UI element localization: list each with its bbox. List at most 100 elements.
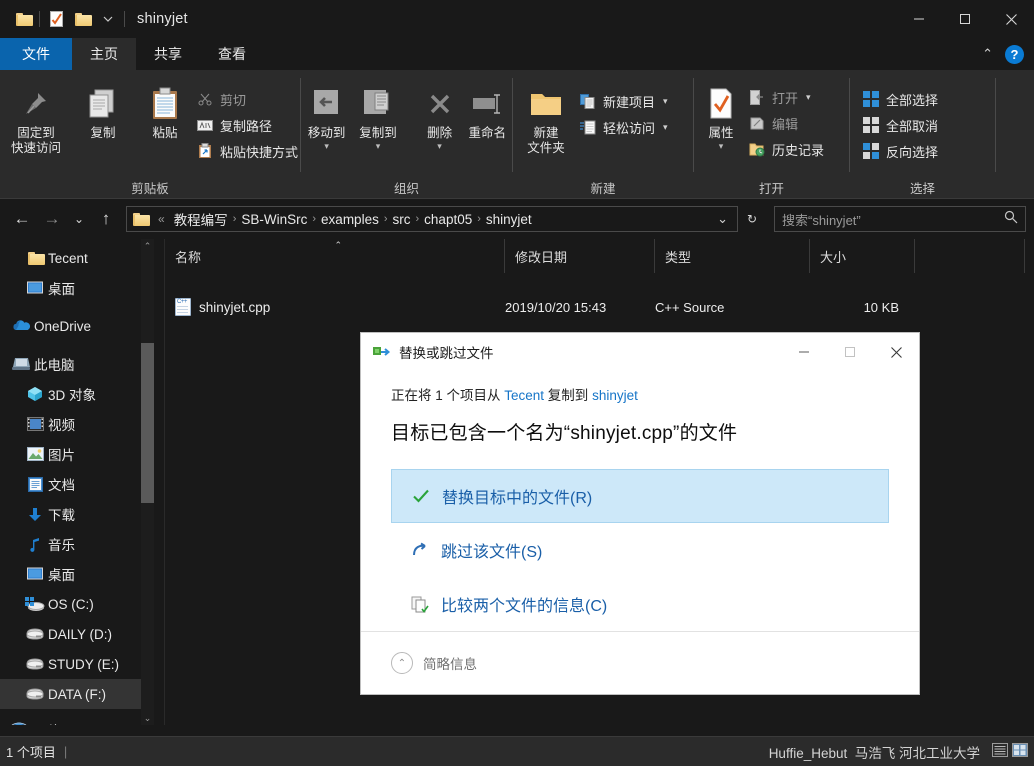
- paste-shortcut-button[interactable]: 粘贴快捷方式: [196, 140, 298, 162]
- qat-properties-icon[interactable]: [43, 0, 69, 38]
- new-item-caret-icon[interactable]: ▾: [663, 96, 668, 107]
- back-button[interactable]: ←: [8, 205, 36, 233]
- invert-selection-button[interactable]: 反向选择: [862, 140, 938, 162]
- easy-access-button[interactable]: 轻松访问 ▾: [579, 116, 668, 138]
- option-skip-file[interactable]: 跳过该文件(S): [391, 523, 889, 577]
- recent-locations-button[interactable]: ⌄: [68, 205, 90, 233]
- select-none-button[interactable]: 全部取消: [862, 114, 938, 136]
- copy-to-caret-icon[interactable]: ▾: [376, 139, 381, 154]
- sidebar-item-network[interactable]: 网络: [0, 715, 164, 725]
- tiles-view-icon[interactable]: [1012, 743, 1028, 760]
- move-to-caret-icon[interactable]: ▾: [324, 139, 329, 154]
- select-all-button[interactable]: 全部选择: [862, 88, 938, 110]
- dialog-footer-label[interactable]: 简略信息: [423, 653, 477, 673]
- cut-button[interactable]: 剪切: [196, 88, 298, 110]
- sidebar-item-onedrive[interactable]: OneDrive: [0, 311, 164, 341]
- table-row[interactable]: shinyjet.cpp 2019/10/20 15:43 C++ Source…: [165, 293, 1034, 321]
- tab-share[interactable]: 共享: [136, 38, 200, 70]
- copy-path-button[interactable]: 复制路径: [196, 114, 298, 136]
- open-button[interactable]: 打开 ▾: [748, 86, 824, 108]
- sidebar-item-os-c[interactable]: OS (C:): [0, 589, 164, 619]
- sidebar-item-this-pc[interactable]: 此电脑: [0, 349, 164, 379]
- paste-button[interactable]: 粘贴: [134, 76, 196, 141]
- tab-file[interactable]: 文件: [0, 38, 72, 70]
- properties-button[interactable]: 属性 ▾: [694, 76, 748, 154]
- tab-view[interactable]: 查看: [200, 38, 264, 70]
- breadcrumb-item-2[interactable]: examples: [316, 212, 384, 227]
- option-replace-file[interactable]: 替换目标中的文件(R): [391, 469, 889, 524]
- dialog-close-button[interactable]: [873, 333, 919, 371]
- breadcrumb-dropdown-icon[interactable]: ⌄: [712, 211, 733, 227]
- open-label: 打开: [772, 90, 799, 106]
- new-folder-button[interactable]: 新建 文件夹: [513, 76, 579, 156]
- column-header-name[interactable]: ⌃ 名称: [165, 239, 505, 273]
- close-button[interactable]: [988, 0, 1034, 38]
- search-icon[interactable]: [1004, 210, 1018, 229]
- delete-caret-icon[interactable]: ▾: [437, 139, 442, 154]
- qat-folder-icon[interactable]: [10, 0, 36, 38]
- copy-to-button[interactable]: 复制到 ▾: [352, 76, 403, 154]
- dialog-source-link[interactable]: Tecent: [504, 388, 544, 403]
- breadcrumb-item-4[interactable]: chapt05: [419, 212, 477, 227]
- dialog-minimize-button[interactable]: [781, 333, 827, 371]
- sidebar-label: 桌面: [48, 282, 75, 297]
- select-none-label: 全部取消: [886, 118, 939, 134]
- breadcrumb-item-5[interactable]: shinyjet: [481, 212, 537, 227]
- breadcrumb-item-0[interactable]: 教程编写: [169, 209, 233, 229]
- dialog-footer: ⌃ 简略信息: [361, 631, 919, 694]
- tab-home[interactable]: 主页: [72, 38, 136, 70]
- expand-details-icon[interactable]: ⌃: [391, 652, 413, 675]
- collapse-ribbon-icon[interactable]: ⌃: [976, 46, 999, 62]
- file-name-cell[interactable]: shinyjet.cpp: [165, 298, 505, 316]
- scroll-up-icon[interactable]: ⌃: [144, 239, 152, 253]
- sidebar-item-videos[interactable]: 视频: [0, 409, 164, 439]
- sidebar-item-desktop-quick[interactable]: 桌面: [0, 273, 164, 303]
- sidebar-item-tecent[interactable]: Tecent: [0, 243, 164, 273]
- forward-button[interactable]: →: [38, 205, 66, 233]
- up-button[interactable]: ↑: [92, 205, 120, 233]
- sidebar-item-data-f[interactable]: DATA (F:): [0, 679, 164, 709]
- sidebar-item-music[interactable]: 音乐: [0, 529, 164, 559]
- minimize-button[interactable]: [896, 0, 942, 38]
- navigation-scrollbar[interactable]: ⌃ ⌄: [141, 239, 154, 725]
- breadcrumb-item-3[interactable]: src: [388, 212, 416, 227]
- easy-access-caret-icon[interactable]: ▾: [663, 122, 668, 133]
- scrollbar-thumb[interactable]: [141, 343, 154, 503]
- properties-caret-icon[interactable]: ▾: [719, 139, 724, 154]
- search-input[interactable]: 搜索“shinyjet”: [782, 210, 861, 229]
- option-compare-files[interactable]: 比较两个文件的信息(C): [391, 577, 889, 631]
- new-item-button[interactable]: 新建项目 ▾: [579, 90, 668, 112]
- move-to-button[interactable]: 移动到 ▾: [301, 76, 352, 154]
- delete-button[interactable]: 删除 ▾: [417, 76, 463, 154]
- qat-customize-dropdown-icon[interactable]: [95, 0, 121, 38]
- dialog-target-link[interactable]: shinyjet: [592, 388, 638, 403]
- sidebar-item-3d-objects[interactable]: 3D 对象: [0, 379, 164, 409]
- column-header-extra[interactable]: [915, 239, 1025, 273]
- edit-button[interactable]: 编辑: [748, 112, 824, 134]
- details-view-icon[interactable]: [992, 743, 1008, 760]
- sidebar-item-study-e[interactable]: STUDY (E:): [0, 649, 164, 679]
- history-button[interactable]: 历史记录: [748, 138, 824, 160]
- column-header-size[interactable]: 大小: [810, 239, 915, 273]
- sidebar-item-pictures[interactable]: 图片: [0, 439, 164, 469]
- copy-button[interactable]: 复制: [72, 76, 134, 141]
- open-caret-icon[interactable]: ▾: [806, 92, 811, 103]
- dialog-maximize-button[interactable]: [827, 333, 873, 371]
- search-box[interactable]: 搜索“shinyjet”: [774, 206, 1026, 232]
- sidebar-item-documents[interactable]: 文档: [0, 469, 164, 499]
- sidebar-item-downloads[interactable]: 下载: [0, 499, 164, 529]
- rename-button[interactable]: 重命名: [463, 76, 513, 141]
- refresh-button[interactable]: ↻: [740, 205, 764, 233]
- qat-new-folder-icon[interactable]: [69, 0, 95, 38]
- maximize-button[interactable]: [942, 0, 988, 38]
- column-header-modified[interactable]: 修改日期: [505, 239, 655, 273]
- sidebar-item-desktop[interactable]: 桌面: [0, 559, 164, 589]
- help-icon[interactable]: ?: [1005, 44, 1024, 64]
- breadcrumb-bar[interactable]: « 教程编写 › SB-WinSrc › examples › src › ch…: [126, 206, 738, 232]
- breadcrumb-item-1[interactable]: SB-WinSrc: [236, 212, 312, 227]
- sidebar-item-daily-d[interactable]: DAILY (D:): [0, 619, 164, 649]
- scroll-down-icon[interactable]: ⌄: [144, 711, 152, 725]
- breadcrumb-overflow-icon[interactable]: «: [154, 212, 169, 226]
- pin-to-quick-access-button[interactable]: 固定到 快速访问: [0, 76, 72, 156]
- column-header-type[interactable]: 类型: [655, 239, 810, 273]
